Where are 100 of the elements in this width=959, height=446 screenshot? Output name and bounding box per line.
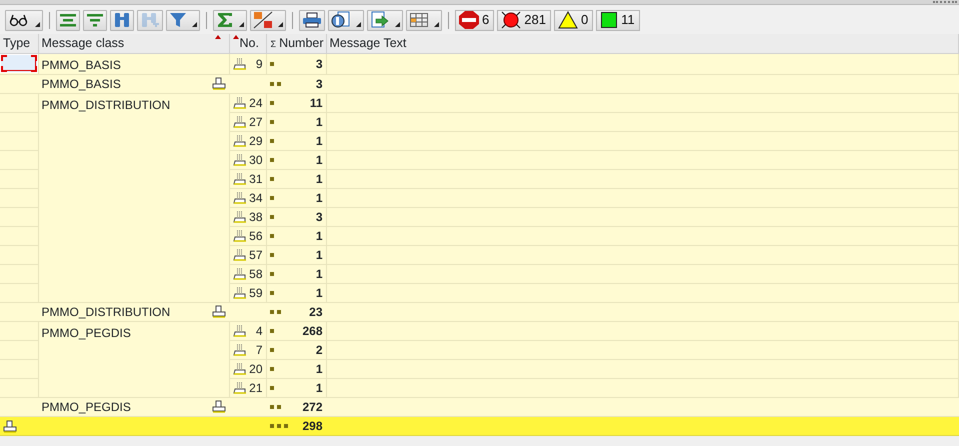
count-value: 1 [316,152,322,169]
count-value: 298 [302,418,322,435]
level-dots-icon [270,214,276,219]
message-number: 58 [249,266,262,283]
level-dots-icon [270,424,290,428]
message-count-button[interactable]: 11 [596,10,640,30]
export-icon[interactable] [370,11,390,29]
level-dots-icon [270,272,276,276]
column-header[interactable]: Σ Number [266,34,326,54]
message-number: 24 [249,94,262,112]
column-label: Number [279,36,324,50]
detail-row-icon[interactable] [232,286,246,299]
detail-row-icon[interactable] [232,230,246,242]
detail-row-icon[interactable] [232,324,246,337]
message-count-button[interactable]: 0 [554,10,594,30]
stop-sign-icon [459,11,479,29]
message-number: 9 [256,56,262,73]
count-value: 1 [316,170,322,188]
message-number: 21 [249,380,262,397]
count-value: 3 [316,56,322,73]
type-cell[interactable] [1,55,36,72]
level-dots-icon [270,176,276,181]
count-value: 23 [309,304,322,321]
detail-row-icon[interactable] [232,58,246,70]
message-number: 59 [249,284,262,302]
detail-row-icon[interactable] [232,210,246,223]
level-dots-icon [270,328,276,333]
level-dots-icon [270,138,276,143]
message-count-button[interactable]: 6 [455,10,494,30]
count-value: 272 [302,398,322,416]
subtotal-icon[interactable] [212,77,226,90]
message-count-button[interactable]: 281 [497,10,551,30]
message-number: 29 [249,132,262,150]
toolbar-button[interactable] [328,10,364,30]
level-dots-icon [270,120,276,124]
detail-row-icon[interactable] [232,268,246,280]
level-dots-icon [270,158,276,162]
message-class: PMMO_BASIS [42,76,121,93]
detail-row-icon[interactable] [232,192,246,204]
level-dots-icon [270,404,284,409]
layout-grid-icon[interactable] [409,12,429,28]
detail-row-icon[interactable] [232,248,246,261]
message-number: 4 [256,322,262,340]
subtotal-icon[interactable] [212,400,226,414]
message-class: PMMO_BASIS [42,58,121,72]
count-value: 1 [316,266,322,283]
message-number: 34 [249,190,262,207]
message-number: 57 [249,246,262,264]
column-header[interactable]: No. [229,34,266,54]
toolbar-button[interactable] [250,10,286,30]
detail-row-icon[interactable] [232,154,246,166]
count-value: 11 [310,94,322,112]
message-class: PMMO_DISTRIBUTION [42,304,170,321]
message-number: 31 [249,170,262,188]
level-dots-icon [270,252,276,257]
level-dots-icon [270,290,276,295]
detail-row-icon[interactable] [232,172,246,185]
document-views-icon[interactable] [331,11,351,29]
alarm-light-icon [501,11,522,29]
message-number: 20 [249,360,262,378]
level-dots-icon [270,386,276,390]
level-dots-icon [270,310,284,314]
message-number: 7 [256,342,262,359]
column-header[interactable]: Type [0,34,38,54]
subtotal-icon[interactable] [212,305,226,318]
level-dots-icon [270,196,276,200]
filter-icon[interactable] [169,12,187,28]
sum-sign: Σ [270,39,276,49]
detail-row-icon[interactable] [232,362,246,375]
glasses-icon[interactable] [8,12,30,28]
count-value: 1 [316,246,322,264]
total-icon[interactable] [3,420,17,434]
message-number: 30 [249,152,262,169]
count-value: 1 [316,228,322,245]
level-dots-icon [270,348,276,352]
level-dots-icon [270,100,276,105]
detail-row-icon[interactable] [232,134,246,147]
count-value: 2 [316,342,322,359]
subtotal-icon[interactable] [253,11,273,29]
detail-row-icon[interactable] [232,382,246,394]
warning-triangle-icon [558,11,578,29]
level-dots-icon [270,366,276,371]
detail-row-icon[interactable] [232,344,246,356]
column-header[interactable]: Message class [38,34,229,54]
count-value: 1 [316,380,322,397]
message-class: PMMO_PEGDIS [42,398,131,416]
level-dots-icon [270,234,276,238]
message-number: 38 [249,208,262,226]
level-dots-icon [270,62,276,66]
toolbar-button[interactable] [5,10,43,30]
count-value: 3 [316,208,322,226]
sigma-icon[interactable] [216,12,234,28]
column-header[interactable]: Message Text [326,34,958,54]
count-value: 1 [316,360,322,378]
toolbar-button[interactable] [367,10,403,30]
message-number: 27 [249,114,262,131]
detail-row-icon[interactable] [232,116,246,128]
count-value: 268 [302,322,322,340]
detail-row-icon[interactable] [232,96,246,109]
count-value: 3 [316,76,322,93]
